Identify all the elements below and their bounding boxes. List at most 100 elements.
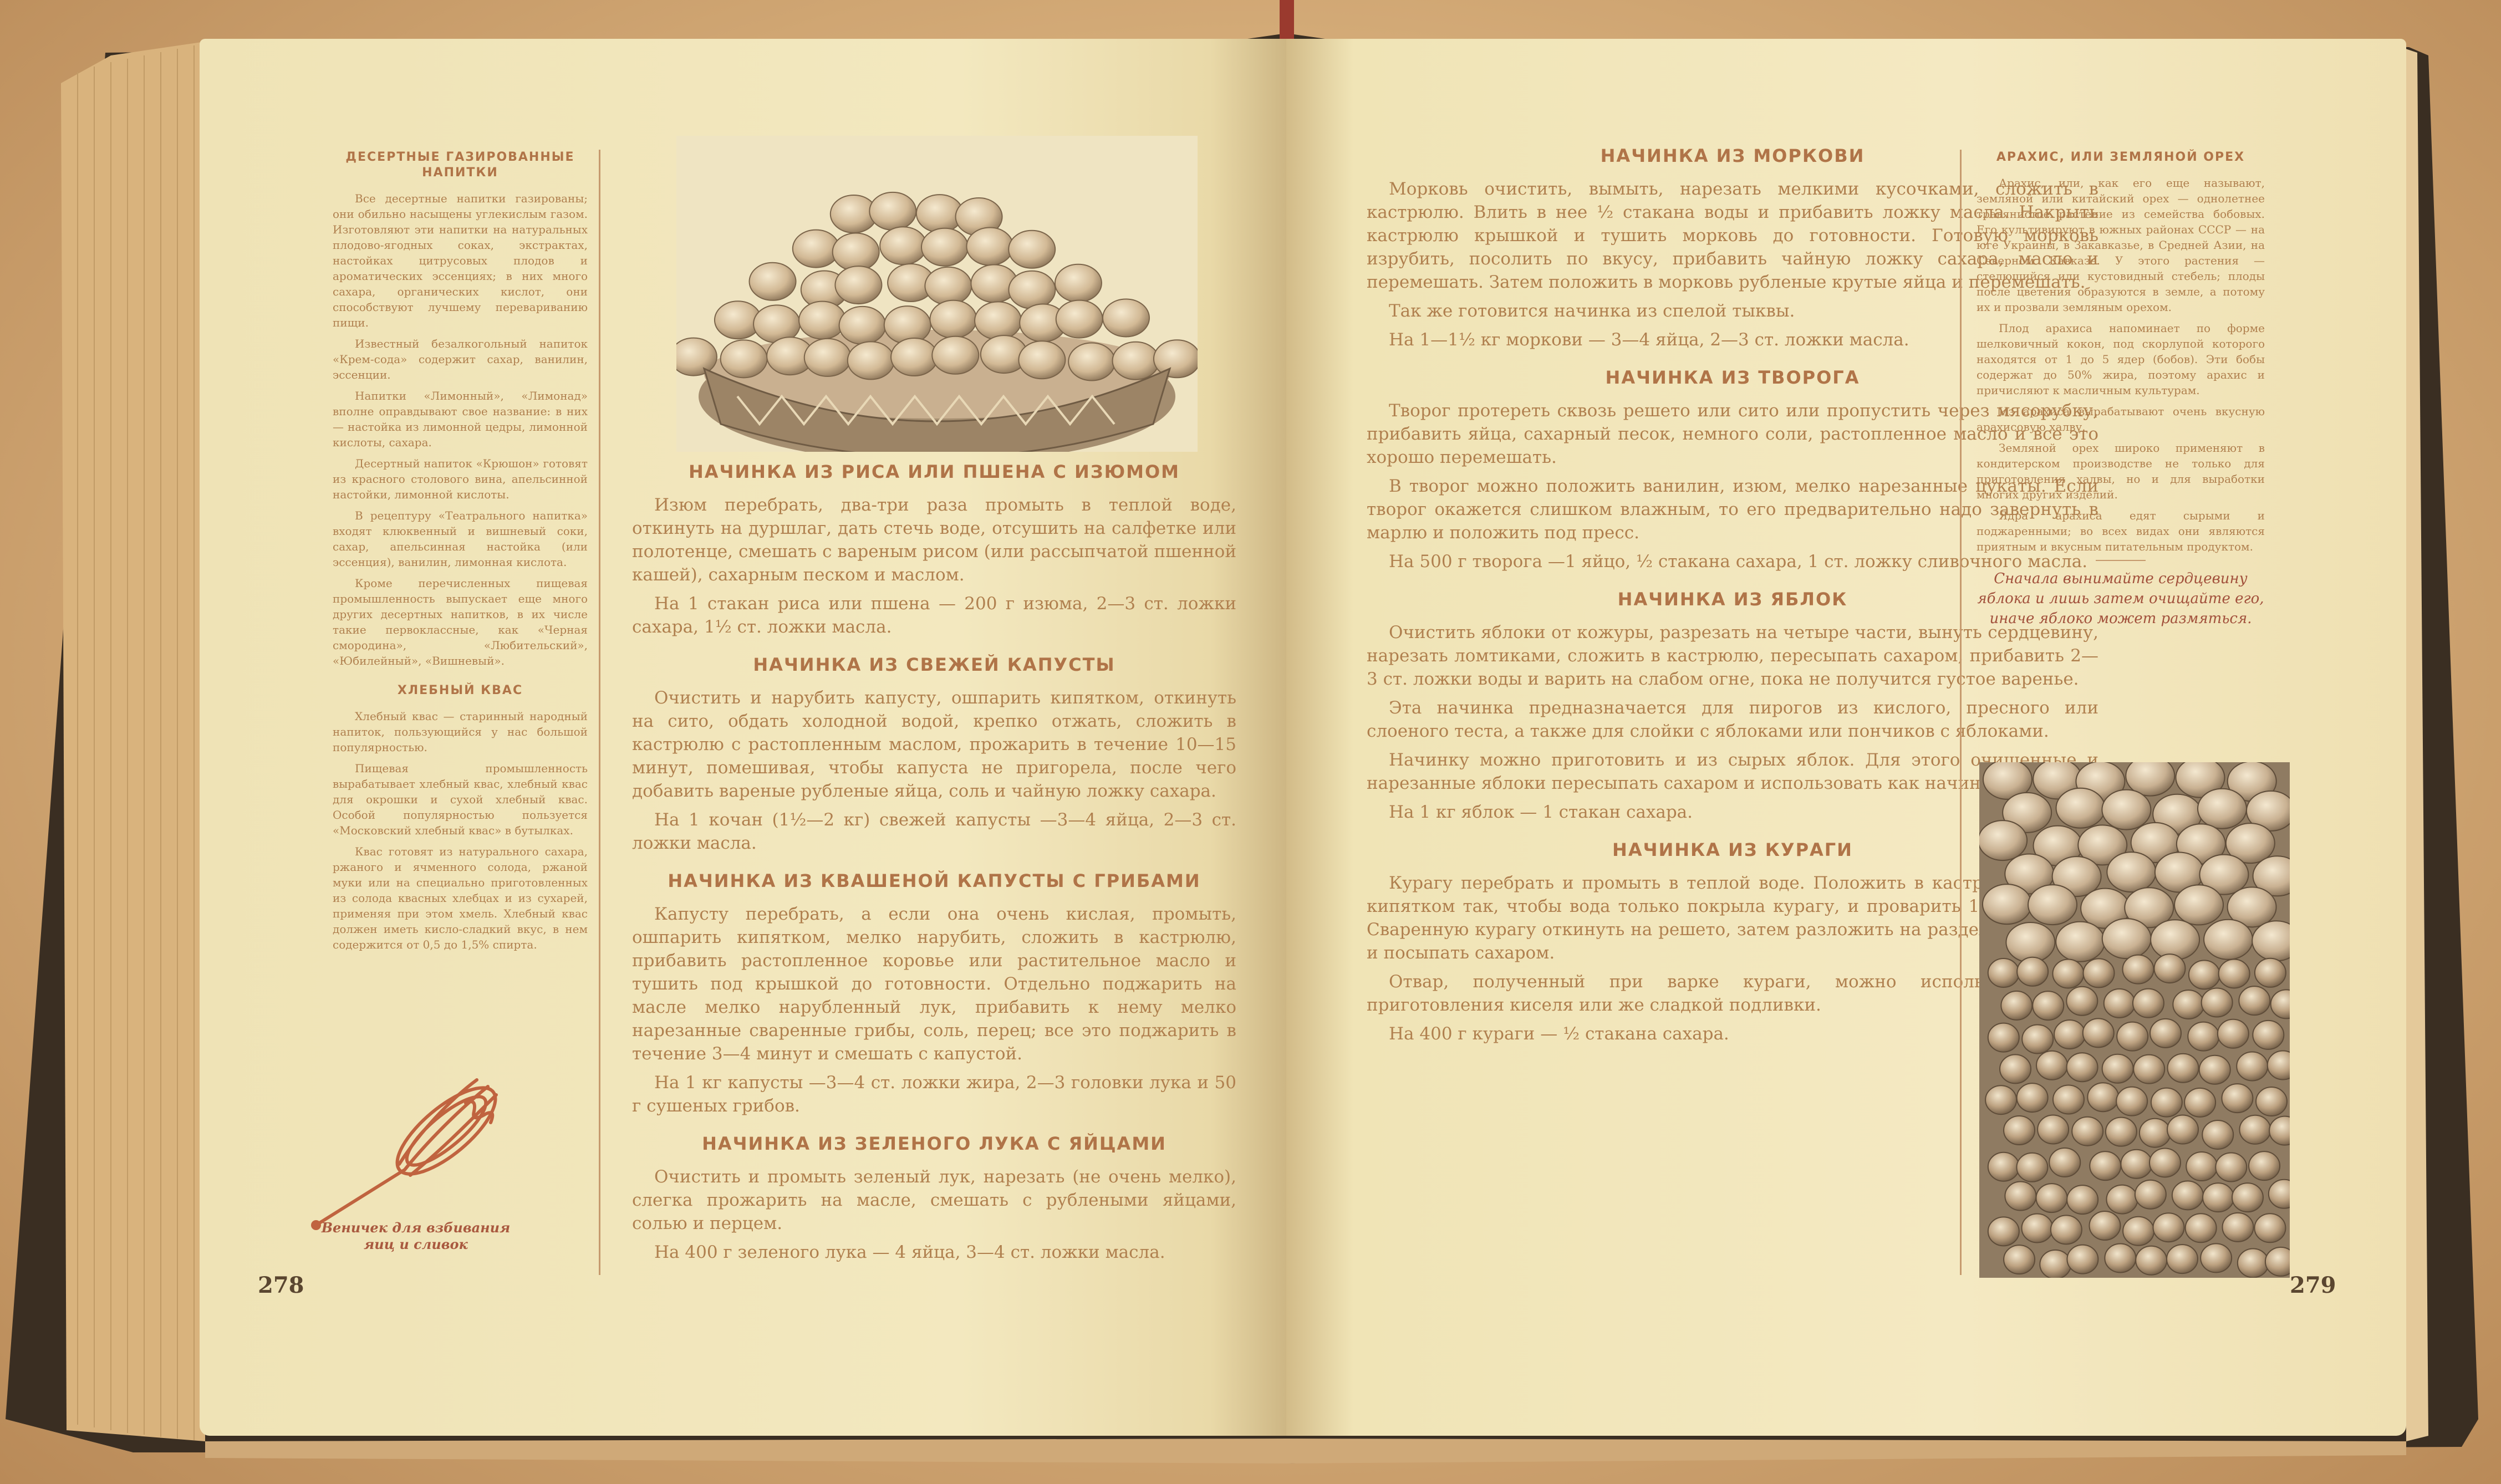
open-book: ДЕСЕРТНЫЕ ГАЗИРОВАННЫЕ НАПИТКИ Все десер… xyxy=(0,0,2501,1484)
hazelnut-shape xyxy=(2167,1053,2199,1083)
hazelnut-shape xyxy=(2003,1245,2036,1275)
page-number-left: 278 xyxy=(258,1272,304,1298)
hazelnut-shape xyxy=(1987,958,2020,988)
whisk-illustration xyxy=(311,1078,498,1230)
hazelnut-shape xyxy=(2052,1084,2085,1115)
section-heading-cabbage: НАЧИНКА ИЗ СВЕЖЕЙ КАПУСТЫ xyxy=(753,654,1115,675)
walnut-shape xyxy=(676,337,717,376)
walnut-shape xyxy=(2028,884,2078,926)
hazelnut-shape xyxy=(2135,1245,2168,1276)
hazelnut-shape xyxy=(2120,1149,2153,1179)
hazelnut-shape xyxy=(2021,1213,2054,1243)
hazelnut-shape xyxy=(2089,1211,2121,1241)
hazelnut-shape xyxy=(2167,1114,2199,1145)
walnut-shape xyxy=(2203,919,2254,960)
hazelnut-shape xyxy=(2221,1083,2254,1114)
paragraph: Земляной орех широко применяют в кондите… xyxy=(1977,441,2265,501)
hazelnut-shape xyxy=(2103,988,2136,1018)
walnut-shape xyxy=(924,266,972,305)
walnut-shape xyxy=(920,227,969,267)
section-heading-rice: НАЧИНКА ИЗ РИСА ИЛИ ПШЕНА С ИЗЮМОМ xyxy=(688,461,1180,482)
hazelnut-shape xyxy=(1999,1054,2032,1084)
sidebar-text-peanut: Арахис, или, как его еще называют, земля… xyxy=(1977,175,2265,554)
walnut-shape xyxy=(2174,884,2224,926)
hazelnut-shape xyxy=(2133,1054,2166,1084)
hazelnut-shape xyxy=(2089,1151,2122,1181)
sidebar-heading-peanut: АРАХИС, ИЛИ ЗЕМЛЯНОЙ ОРЕХ xyxy=(1996,150,2245,164)
paragraph: Все десертные напитки газированы; они об… xyxy=(333,192,588,329)
hazelnut-shape xyxy=(2101,1053,2134,1084)
hazelnut-shape xyxy=(2106,1184,2138,1215)
hazelnut-shape xyxy=(2138,1118,2171,1148)
hazelnut-shape xyxy=(2239,1114,2271,1145)
hazelnut-shape xyxy=(2186,1151,2218,1182)
paragraph: Известный безалкогольный напиток «Крем-с… xyxy=(333,337,588,381)
walnut-shape xyxy=(803,338,852,377)
hazelnut-shape xyxy=(2104,1243,2137,1273)
walnut-shape xyxy=(834,266,883,305)
sidebar-heading-kvass: ХЛЕБНЫЙ КВАС xyxy=(397,684,523,697)
walnut-shape xyxy=(2150,919,2201,961)
paragraph: Напитки «Лимонный», «Лимонад» вполне опр… xyxy=(333,389,588,449)
hazelnut-shape xyxy=(2222,1212,2254,1242)
whisk-caption: Веничек для взбивания яиц и сливок xyxy=(321,1220,511,1252)
walnut-shape xyxy=(1979,820,2028,861)
hazelnut-shape xyxy=(2200,1243,2233,1273)
sidebar-text-kvass: Хлебный квас — старинный народный напито… xyxy=(333,708,588,952)
hazelnut-shape xyxy=(2004,1181,2037,1211)
hazelnut-shape xyxy=(2066,1244,2099,1274)
walnut-shape xyxy=(1055,299,1103,339)
hazelnut-shape xyxy=(2049,1147,2081,1177)
sidebar-heading-drinks: ДЕСЕРТНЫЕ ГАЗИРОВАННЫЕ НАПИТКИ xyxy=(345,150,575,180)
hazelnut-shape xyxy=(2237,1248,2269,1278)
paragraph: На 1 стакан риса или пшена — 200 г изюма… xyxy=(632,594,1236,637)
hazelnut-shape xyxy=(2066,1052,2098,1083)
paragraph: Квас готовят из натурального сахара, ржа… xyxy=(333,845,588,951)
hazelnut-shape xyxy=(2054,1019,2086,1050)
hazelnut-shape xyxy=(2116,1021,2149,1052)
hazelnut-shape xyxy=(2082,958,2115,988)
hazelnut-shape xyxy=(2202,1182,2235,1213)
walnut-shape xyxy=(2005,921,2056,963)
paragraph: На 1 кочан (1½—2 кг) свежей капусты —3—4… xyxy=(632,810,1236,853)
paragraph: Плод арахиса напоминает по форме шелкови… xyxy=(1977,322,2265,397)
hazelnut-shape xyxy=(2122,1216,2155,1246)
walnut-shape xyxy=(1982,884,2032,925)
hazelnut-shape xyxy=(1985,1085,2018,1115)
paragraph: В рецептуру «Театрального напитка» входя… xyxy=(333,509,588,569)
hazelnut-shape xyxy=(2254,957,2286,988)
walnut-shape xyxy=(1054,263,1102,303)
walnut-shape xyxy=(2101,789,2152,830)
hazelnut-shape xyxy=(2132,988,2164,1018)
hazelnut-shape xyxy=(2037,1114,2070,1145)
paragraph: Хлебный квас — старинный народный напито… xyxy=(333,710,588,754)
walnut-shape xyxy=(1008,230,1056,269)
walnut-shape xyxy=(931,335,980,375)
hazelnut-shape xyxy=(2122,954,2154,985)
right-sidebar: АРАХИС, ИЛИ ЗЕМЛЯНОЙ ОРЕХ Арахис, или, к… xyxy=(1977,150,2265,629)
paragraph: Капусту перебрать, а если она очень кисл… xyxy=(632,904,1236,1064)
walnut-shape xyxy=(748,262,797,301)
hazelnut-shape xyxy=(2198,1054,2231,1085)
separator xyxy=(2096,560,2146,561)
hazelnut-shape xyxy=(2201,987,2233,1018)
walnut-shape xyxy=(720,339,768,379)
right-page: НАЧИНКА ИЗ МОРКОВИ Морковь очистить, вым… xyxy=(1286,39,2406,1436)
hazelnut-shape xyxy=(2188,960,2220,990)
walnut-shape xyxy=(847,341,895,380)
walnut-shape xyxy=(869,191,917,231)
hazelnut-shape xyxy=(2016,1152,2049,1182)
hazelnut-shape xyxy=(2236,1051,2269,1082)
nuts-photo xyxy=(1979,762,2290,1278)
section-heading-sauerkraut: НАЧИНКА ИЗ КВАШЕНОЙ КАПУСТЫ С ГРИБАМИ xyxy=(668,870,1201,891)
walnut-shape xyxy=(890,338,939,377)
paragraph: Очистить и промыть зеленый лук, нарезать… xyxy=(632,1167,1236,1233)
walnut-shape xyxy=(2106,851,2157,893)
hazelnut-shape xyxy=(2087,1082,2120,1113)
hazelnut-shape xyxy=(2255,1087,2288,1117)
paragraph: Из арахиса вырабатывают очень вкусную ар… xyxy=(1977,405,2265,434)
hazelnut-shape xyxy=(2066,986,2098,1016)
hazelnut-shape xyxy=(2254,1213,2286,1243)
hazelnut-shape xyxy=(2171,1180,2204,1211)
hazelnut-shape xyxy=(2150,1087,2183,1118)
